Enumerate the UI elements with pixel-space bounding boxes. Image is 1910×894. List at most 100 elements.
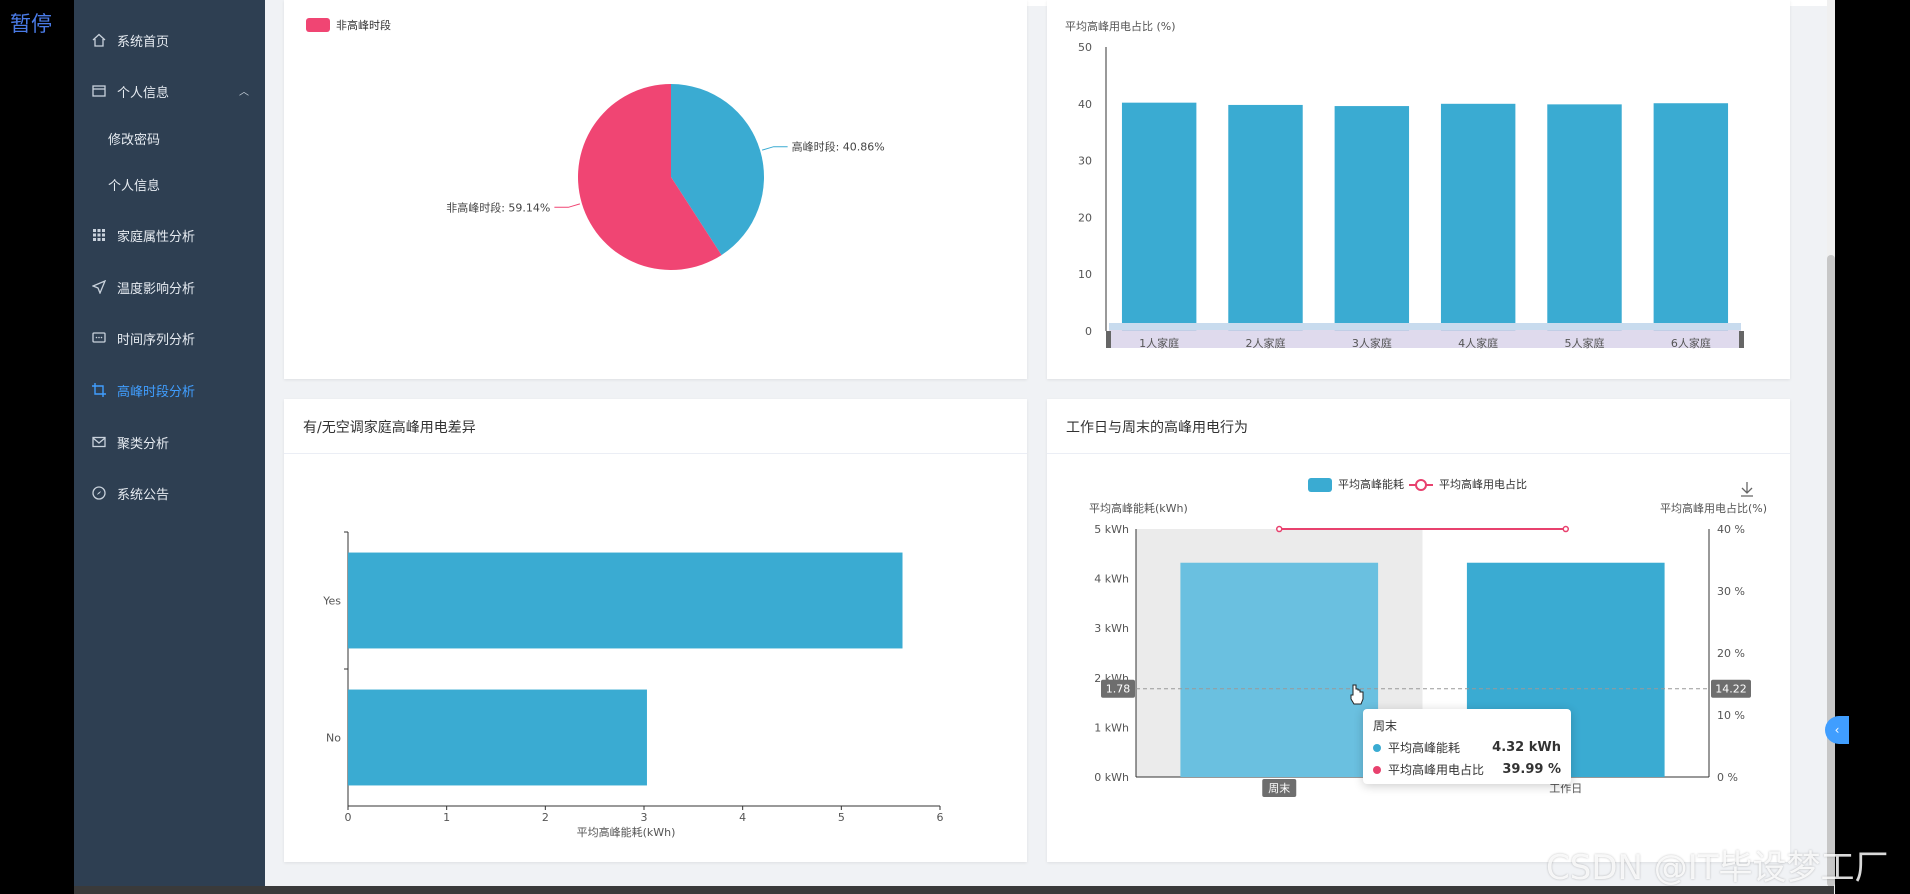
tooltip-series-value: 4.32 kWh [1492, 740, 1561, 755]
chat-icon [91, 330, 107, 346]
legend-label: 平均高峰用电占比 [1439, 477, 1527, 491]
x-tick-label: 1人家庭 [1139, 336, 1179, 350]
x-tick-label: 周末 [1268, 781, 1290, 795]
pie-chart: 非高峰时段高峰时段: 40.86% 非高峰时段: 59.14% [306, 18, 885, 270]
card-weekday-weekend: 工作日与周末的高峰用电行为 平均高峰能耗 平均高峰用电占比 平均高峰能耗(kWh) 平… [1047, 399, 1790, 862]
sidebar-item-label: 个人信息 [117, 85, 170, 101]
sidebar-item-household-analysis[interactable]: 家庭属性分析 [74, 219, 265, 251]
bar [1180, 562, 1379, 777]
send-icon [91, 279, 107, 295]
download-icon [1741, 482, 1753, 497]
user-card-icon [91, 83, 107, 99]
x-tick-label: 5 [838, 811, 845, 824]
bar [1547, 104, 1622, 331]
sidebar-item-cluster-analysis[interactable]: 聚类分析 [74, 426, 265, 458]
y-tick-label-left: 4 kWh [1094, 573, 1129, 586]
grid-icon [91, 227, 107, 243]
sidebar-item-label: 温度影响分析 [117, 281, 196, 297]
x-tick-label: 5人家庭 [1565, 336, 1605, 350]
chevron-left-icon: ‹ [1834, 723, 1840, 737]
legend-label: 平均高峰能耗 [1338, 477, 1404, 491]
pointer-value-left: 1.78 [1106, 683, 1131, 696]
datazoom-handle [1739, 331, 1744, 348]
line-point [1562, 525, 1569, 533]
x-tick-label: 6人家庭 [1671, 336, 1711, 350]
y-tick-label: 30 [1078, 155, 1092, 168]
y-tick-label: Yes [322, 595, 341, 608]
y-tick-label-left: 5 kWh [1094, 523, 1129, 536]
legend-swatch [306, 18, 330, 32]
sidebar-item-announcements[interactable]: 系统公告 [74, 477, 265, 509]
y-tick-label-left: 1 kWh [1094, 721, 1129, 734]
sidebar-item-temperature-analysis[interactable]: 温度影响分析 [74, 271, 265, 303]
collapse-toggle-button[interactable]: ‹ [1825, 716, 1849, 744]
y-tick-label-left: 0 kWh [1094, 771, 1129, 784]
pie-label-line [554, 203, 581, 208]
household-bar-chart: 平均高峰用电占比 (%) 0 10 20 30 40 50 1人家庭 2人家庭 3人家庭 4人家庭 5… [1065, 19, 1744, 350]
sidebar-item-label: 高峰时段分析 [117, 384, 196, 400]
tooltip-series-value: 39.99 % [1502, 762, 1561, 777]
ac-bar-chart: Yes No 0 1 2 3 4 5 6 平均高峰能耗(kWh) [322, 531, 944, 839]
sidebar-item-label: 时间序列分析 [117, 332, 196, 348]
sidebar-item-peak-analysis[interactable]: 高峰时段分析 [74, 374, 265, 406]
bar [1334, 106, 1410, 332]
tooltip-title: 周末 [1373, 719, 1398, 733]
sidebar-item-label: 系统公告 [117, 487, 170, 503]
card-household-bar: 平均高峰用电占比 (%) 0 10 20 30 40 50 1人家庭 2人家庭 3人家庭 4人家庭 5… [1047, 0, 1790, 379]
legend-marker [1415, 479, 1427, 491]
x-tick-label: 2 [542, 811, 549, 824]
series-dot [1373, 743, 1381, 752]
x-tick-label: 4 [739, 811, 746, 824]
sidebar-item-personal-info[interactable]: 个人信息 ︿ [74, 75, 265, 107]
legend-label: 非高峰时段 [336, 18, 391, 32]
x-axis-label: 平均高峰能耗(kWh) [577, 825, 676, 839]
y-tick-label-right: 30 % [1717, 585, 1745, 598]
pie-label-line [761, 146, 788, 151]
pie-label: 高峰时段: 40.86% [792, 140, 885, 154]
datazoom-handle [1106, 331, 1111, 348]
series-dot [1373, 765, 1381, 774]
sidebar-item-home[interactable]: 系统首页 [74, 24, 265, 56]
watermark: CSDN @IT毕设梦工厂 [1546, 848, 1889, 888]
bar [348, 552, 903, 649]
x-tick-label: 1 [443, 811, 450, 824]
sidebar-item-label: 个人信息 [108, 178, 161, 194]
y-tick-label-right: 10 % [1717, 709, 1745, 722]
pause-label: 暂停 [10, 12, 52, 36]
mail-icon [91, 434, 107, 450]
x-tick-label: 0 [345, 811, 352, 824]
scrollbar-thumb[interactable] [1827, 255, 1835, 887]
y-tick-label: 10 [1078, 268, 1092, 281]
tooltip-series-name: 平均高峰能耗 [1388, 741, 1461, 755]
x-tick-label: 2人家庭 [1246, 336, 1286, 350]
x-tick-label: 3人家庭 [1352, 336, 1392, 350]
tooltip-row: 平均高峰用电占比 39.99 % [1373, 761, 1561, 778]
weekday-weekend-chart: 平均高峰能耗 平均高峰用电占比平均高峰能耗(kWh) 平均高峰用电占比(%)0 kW… [1089, 477, 1767, 797]
y-tick-label-left: 3 kWh [1094, 622, 1129, 635]
bar [1440, 103, 1516, 331]
bar [1121, 102, 1197, 331]
card-ac-difference: 有/无空调家庭高峰用电差异 Yes No 0 1 2 3 4 5 6 平均高峰能耗(kWh) [284, 399, 1027, 862]
chevron-up-icon: ︿ [239, 87, 249, 98]
legend-swatch [1308, 478, 1332, 492]
y-tick-label: 50 [1078, 41, 1092, 54]
home-icon [91, 32, 107, 48]
scrollbar-track[interactable] [1827, 0, 1835, 894]
datazoom-range [1109, 323, 1741, 330]
y-tick-label: No [326, 732, 341, 745]
sidebar-item-label: 聚类分析 [117, 436, 170, 452]
y-tick-label-right: 40 % [1717, 523, 1745, 536]
pointer-value-right: 14.22 [1715, 683, 1747, 696]
y-tick-label: 40 [1078, 98, 1092, 111]
y-tick-label-right: 0 % [1717, 771, 1738, 784]
y-axis-label-right: 平均高峰用电占比(%) [1660, 501, 1767, 515]
x-tick-label: 3 [641, 811, 648, 824]
crop-icon [91, 382, 107, 398]
sidebar-item-time-series-analysis[interactable]: 时间序列分析 [74, 322, 265, 354]
tooltip-row: 平均高峰能耗 4.32 kWh [1373, 739, 1561, 756]
y-tick-label: 20 [1078, 211, 1092, 224]
bar [348, 689, 647, 786]
pie-label: 非高峰时段: 59.14% [446, 200, 550, 214]
sidebar-item-label: 系统首页 [117, 34, 170, 50]
sidebar-item-label: 修改密码 [108, 132, 161, 148]
